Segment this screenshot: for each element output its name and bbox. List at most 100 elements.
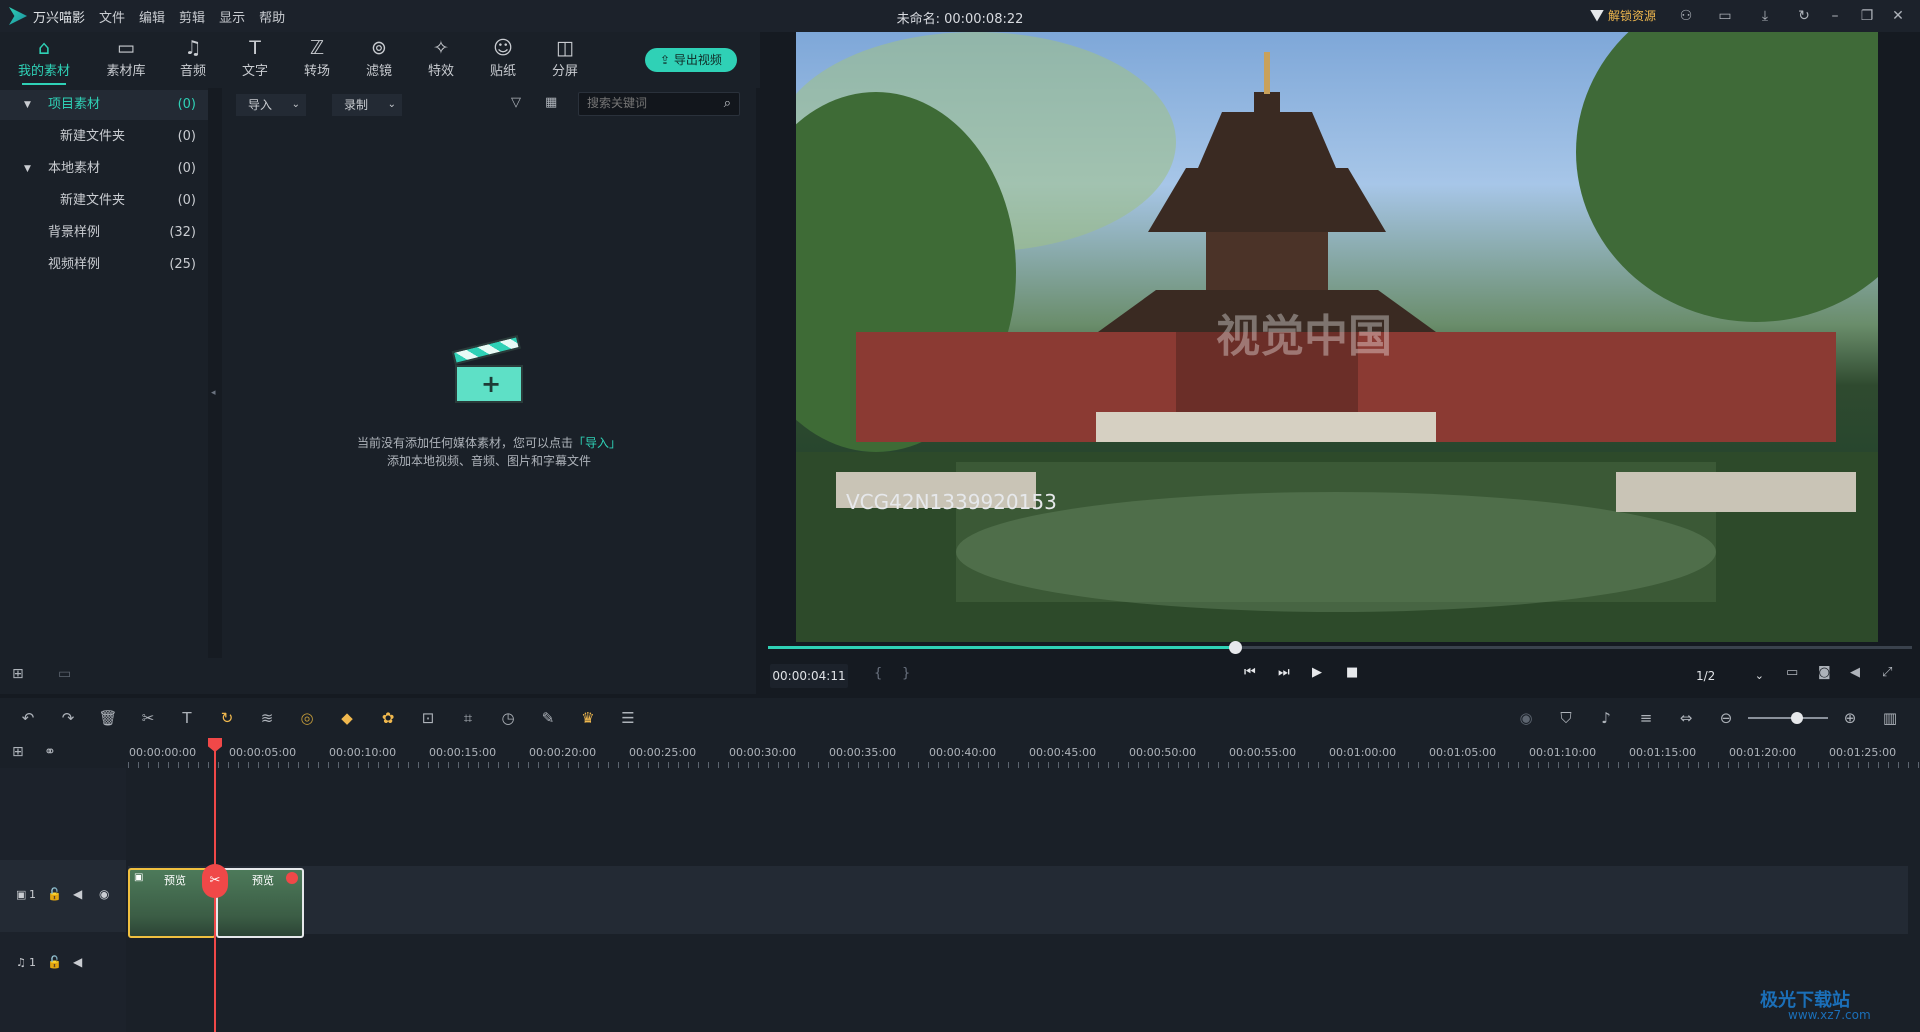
display-icon[interactable]: ▭ (1786, 665, 1798, 680)
scrub-handle[interactable] (1228, 641, 1242, 654)
zoom-slider-handle[interactable] (1791, 712, 1803, 724)
volume-icon[interactable]: ◀ (1850, 665, 1860, 680)
fit-icon[interactable]: ⇔ (1676, 708, 1696, 728)
clip-type-icon: ▣ (134, 872, 144, 883)
mark-out-icon[interactable]: } (902, 666, 910, 681)
menu-help[interactable]: 帮助 (259, 7, 285, 26)
snapshot-icon[interactable]: ◙ (1818, 665, 1831, 680)
tree-item-new-folder-1[interactable]: 新建文件夹 (0) (0, 122, 208, 152)
step-back-icon[interactable]: ⏮ (1244, 665, 1256, 680)
tab-label: 素材库 (106, 64, 146, 79)
playlist-icon[interactable]: ≡ (1636, 708, 1656, 728)
caret-down-icon[interactable]: ▼ (24, 90, 31, 120)
tab-my-media[interactable]: ⌂ 我的素材 (14, 36, 74, 85)
ai-icon[interactable]: ◎ (297, 708, 317, 728)
tab-library[interactable]: ▭ 素材库 (96, 36, 156, 79)
unlock-resources-button[interactable]: 解锁资源 (1590, 7, 1656, 24)
redo-icon[interactable]: ↷ (58, 708, 78, 728)
speaker-icon[interactable]: ◀ (73, 955, 82, 969)
crop-icon[interactable]: ⌗ (458, 708, 478, 728)
grid-view-icon[interactable]: ▦ (545, 95, 557, 110)
account-icon[interactable]: ⚇ (1677, 7, 1695, 25)
speaker-icon[interactable]: ◀ (73, 887, 82, 901)
tab-split-screen[interactable]: ◫ 分屏 (535, 36, 595, 79)
tab-sticker[interactable]: ☺ 贴纸 (473, 36, 533, 79)
tree-item-project-media[interactable]: ▼ 项目素材 (0) (0, 90, 208, 120)
tab-text[interactable]: T 文字 (225, 36, 285, 79)
add-track-icon[interactable]: ⊞ (12, 744, 24, 760)
tab-transition[interactable]: ℤ 转场 (287, 36, 347, 79)
undo-icon[interactable]: ↶ (18, 708, 38, 728)
keyframe-icon[interactable]: ◆ (337, 708, 357, 728)
trophy-icon[interactable]: ♛ (578, 708, 598, 728)
restore-icon[interactable]: ❐ (1858, 7, 1876, 25)
zoom-slider[interactable] (1748, 717, 1828, 719)
import-link[interactable]: 「导入」 (573, 436, 621, 450)
export-video-button[interactable]: ⇪ 导出视频 (645, 48, 737, 72)
music-track-icon: ♫ (16, 956, 26, 969)
color-icon[interactable]: ✿ (378, 708, 398, 728)
panel-divider[interactable]: ◂ (208, 88, 222, 658)
message-icon[interactable]: ▭ (1716, 7, 1734, 25)
layout-icon[interactable]: ▥ (1880, 708, 1900, 728)
refresh-icon[interactable]: ↻ (1795, 7, 1813, 25)
cut-icon[interactable]: ✂ (138, 708, 158, 728)
clapperboard-add-icon[interactable]: + (451, 333, 525, 403)
eye-icon[interactable]: ◉ (99, 887, 109, 901)
mark-in-icon[interactable]: { (874, 666, 882, 681)
timer-icon[interactable]: ◷ (498, 708, 518, 728)
timeline-ruler[interactable]: ⊞ ⚭ 00:00:00:00 00:00:05:00 00:00:10:00 … (0, 738, 1920, 768)
video-preview[interactable]: VCG42N1339920153 视觉中国 (796, 32, 1878, 642)
text-edit-icon[interactable]: T (177, 708, 197, 728)
stabilize-icon[interactable]: ⊡ (418, 708, 438, 728)
render-icon[interactable]: ◉ (1516, 708, 1536, 728)
menu-view[interactable]: 显示 (219, 7, 245, 26)
audio-wave-icon[interactable]: ≋ (257, 708, 277, 728)
fullscreen-icon[interactable]: ⤢ (1882, 665, 1892, 680)
folder-move-icon[interactable]: ▭ (58, 666, 71, 682)
tab-effects[interactable]: ✧ 特效 (411, 36, 471, 79)
search-icon[interactable]: ⌕ (724, 96, 731, 111)
adjust-icon[interactable]: ☰ (618, 708, 638, 728)
shield-icon[interactable]: ⛉ (1556, 708, 1576, 728)
collapse-arrow-icon[interactable]: ◂ (211, 388, 216, 398)
tree-item-local-media[interactable]: ▼ 本地素材 (0) (0, 154, 208, 184)
tab-filter[interactable]: ⊚ 滤镜 (349, 36, 409, 79)
tree-item-video-samples[interactable]: 视频样例 (25) (0, 250, 208, 280)
zoom-in-icon[interactable]: ⊕ (1840, 708, 1860, 728)
close-icon[interactable]: ✕ (1889, 7, 1907, 25)
microphone-icon[interactable]: ♪ (1596, 708, 1616, 728)
tab-label: 特效 (427, 64, 454, 79)
speed-icon[interactable]: ↻ (217, 708, 237, 728)
menu-file[interactable]: 文件 (99, 7, 125, 26)
split-scissors-icon[interactable]: ✂ (202, 864, 228, 898)
search-input[interactable] (587, 96, 707, 110)
new-folder-icon[interactable]: ⊞ (12, 666, 24, 682)
lock-icon[interactable]: 🔓 (47, 887, 62, 901)
download-icon[interactable]: ⤓ (1756, 7, 1774, 25)
menu-edit[interactable]: 编辑 (139, 7, 165, 26)
zoom-out-icon[interactable]: ⊖ (1716, 708, 1736, 728)
record-dropdown[interactable]: 录制 ⌄ (332, 94, 402, 116)
search-box[interactable]: ⌕ (578, 92, 740, 116)
quality-select[interactable]: 1/2 ⌄ (1680, 664, 1770, 688)
tree-item-background-samples[interactable]: 背景样例 (32) (0, 218, 208, 248)
ruler-tick: 00:01:15:00 (1629, 746, 1697, 759)
stop-icon[interactable]: ■ (1346, 665, 1358, 680)
step-forward-icon[interactable]: ⏭ (1278, 665, 1290, 680)
menu-clip[interactable]: 剪辑 (179, 7, 205, 26)
timeline-clip[interactable]: 预览 (216, 868, 304, 938)
filter-funnel-icon[interactable]: ▽ (511, 95, 521, 110)
play-icon[interactable]: ▶ (1312, 665, 1322, 680)
delete-icon[interactable]: 🗑 (98, 708, 118, 728)
link-icon[interactable]: ⚭ (44, 744, 56, 760)
tree-item-new-folder-2[interactable]: 新建文件夹 (0) (0, 186, 208, 216)
tab-audio[interactable]: ♫ 音频 (163, 36, 223, 79)
minimize-icon[interactable]: – (1826, 7, 1844, 25)
lock-icon[interactable]: 🔓 (47, 955, 62, 969)
import-dropdown[interactable]: 导入 ⌄ (236, 94, 306, 116)
tab-label: 转场 (303, 64, 330, 79)
video-track-lane[interactable] (128, 866, 1908, 934)
pen-icon[interactable]: ✎ (538, 708, 558, 728)
caret-down-icon[interactable]: ▼ (24, 154, 31, 184)
